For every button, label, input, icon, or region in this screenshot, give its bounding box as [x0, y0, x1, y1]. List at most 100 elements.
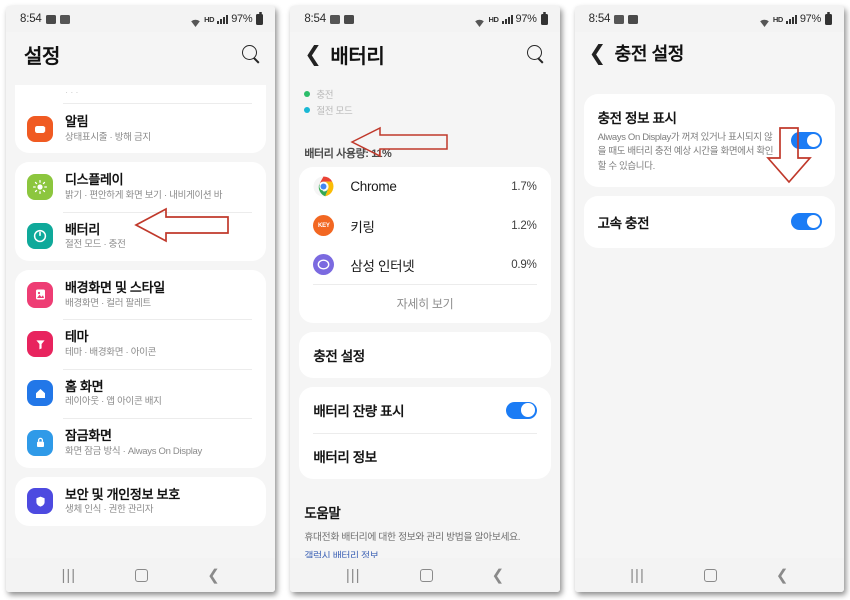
- page-title: 배터리: [330, 46, 385, 68]
- sidebar-item-label: 배터리: [65, 221, 100, 237]
- samsung-internet-icon: [313, 254, 335, 275]
- show-charging-info-row[interactable]: 충전 정보 표시 Always On Display가 꺼져 있거나 표시되지 …: [584, 94, 835, 187]
- themes-icon: [27, 331, 53, 358]
- back-chevron-icon[interactable]: ❮: [589, 43, 611, 64]
- status-time: 8:54: [588, 13, 611, 25]
- sidebar-item-lock-screen[interactable]: 잠금화면 화면 잠금 방식 · Always On Display: [15, 418, 266, 467]
- home-square-icon[interactable]: [135, 568, 149, 582]
- charging-info-card: 충전 정보 표시 Always On Display가 꺼져 있거나 표시되지 …: [583, 94, 835, 187]
- app-percent: 0.9%: [511, 258, 537, 271]
- wifi-icon: [759, 15, 770, 27]
- sidebar-item-text: 잠금화면 화면 잠금 방식 · Always On Display: [65, 427, 252, 458]
- search-icon[interactable]: [526, 45, 546, 64]
- wallpaper-icon: [27, 281, 53, 308]
- nav-bar: ||| ❮: [6, 558, 276, 592]
- battery-percent-text: 97%: [231, 13, 253, 25]
- charging-settings-card: 충전 설정: [299, 332, 551, 378]
- settings-group-3: 보안 및 개인정보 보호 생체 인식 · 권한 관리자: [15, 476, 267, 526]
- settings-scroll-body[interactable]: · · · 알림 상태표시줄 · 방해 금지 디스플레이 밝기 · 편안하게 화…: [6, 85, 276, 558]
- back-chevron-icon[interactable]: ❮: [492, 568, 505, 583]
- help-title: 도움말: [304, 506, 341, 521]
- nav-recents-button[interactable]: |||: [630, 568, 645, 583]
- list-item[interactable]: KEY 키링 1.2%: [299, 206, 550, 245]
- nav-recents-button[interactable]: |||: [346, 568, 361, 583]
- charging-scroll-body[interactable]: 충전 정보 표시 Always On Display가 꺼져 있거나 표시되지 …: [574, 80, 844, 558]
- battery-scroll-body[interactable]: 충전 절전 모드 배터리 사용량: 11% Chrome 1.7% KEY 키링…: [290, 83, 560, 558]
- chrome-icon: [313, 176, 335, 197]
- status-bar-left: 8:54: [304, 13, 354, 25]
- status-time: 8:54: [304, 13, 326, 25]
- signal-icon: [501, 14, 513, 24]
- page-title: 설정: [24, 46, 60, 68]
- galaxy-battery-info-link[interactable]: 갤럭시 배터리 정보: [304, 548, 378, 558]
- nav-recents-button[interactable]: |||: [62, 568, 77, 583]
- battery-percent-display-row[interactable]: 배터리 잔량 표시: [299, 387, 550, 433]
- sidebar-item-text: 배경화면 및 스타일 배경화면 · 컬러 팔레트: [65, 279, 252, 310]
- back-chevron-icon[interactable]: ❮: [776, 568, 789, 583]
- sidebar-item-notifications[interactable]: 알림 상태표시줄 · 방해 금지: [15, 104, 266, 153]
- list-item[interactable]: 삼성 인터넷 0.9%: [299, 245, 550, 284]
- show-charging-info-label: 충전 정보 표시: [597, 111, 677, 126]
- battery-percent-display-toggle[interactable]: [505, 401, 537, 419]
- nav-bar: ||| ❮: [574, 558, 844, 592]
- battery-usage-heading: 배터리 사용량: 11%: [304, 148, 392, 160]
- battery-percent-display-label: 배터리 잔량 표시: [313, 404, 405, 419]
- help-section: 도움말 휴대전화 배터리에 대한 정보와 관리 방법을 알아보세요. 갤럭시 배…: [290, 488, 559, 558]
- security-icon: [27, 488, 53, 515]
- battery-info-row[interactable]: 배터리 정보: [299, 433, 550, 479]
- signal-icon: [217, 14, 229, 24]
- charging-app-bar: ❮ 충전 설정: [574, 32, 844, 80]
- sidebar-item-wallpaper[interactable]: 배경화면 및 스타일 배경화면 · 컬러 팔레트: [15, 270, 266, 319]
- status-bar-left: 8:54: [20, 13, 70, 25]
- home-screen-icon: [27, 380, 53, 407]
- sidebar-item-text: 알림 상태표시줄 · 방해 금지: [65, 113, 252, 144]
- sidebar-item-subtitle: 상태표시줄 · 방해 금지: [65, 131, 151, 143]
- help-text: 휴대전화 배터리에 대한 정보와 관리 방법을 알아보세요.: [304, 532, 521, 543]
- status-bar-left: 8:54: [589, 13, 639, 25]
- sidebar-item-themes[interactable]: 테마 테마 · 배경화면 · 아이콘: [15, 319, 266, 368]
- app-notification-icon: [614, 14, 625, 24]
- sidebar-item-subtitle: 배경화면 · 컬러 팔레트: [65, 297, 151, 309]
- battery-info-label: 배터리 정보: [313, 450, 377, 465]
- app-name: 키링: [350, 219, 375, 235]
- app-percent: 1.2%: [511, 219, 537, 232]
- hd-voice-icon: HD: [488, 14, 499, 24]
- show-charging-info-toggle[interactable]: [790, 131, 822, 149]
- sidebar-item-subtitle: 절전 모드 · 충전: [65, 239, 126, 251]
- status-bar-right: HD 97%: [759, 11, 832, 27]
- hd-voice-icon: HD: [204, 14, 215, 24]
- legend-item: 절전 모드: [304, 103, 545, 117]
- sidebar-item-security[interactable]: 보안 및 개인정보 보호 생체 인식 · 권한 관리자: [15, 477, 266, 526]
- notifications-icon: [27, 115, 53, 142]
- battery-icon: [27, 223, 53, 250]
- wifi-icon: [474, 15, 485, 27]
- battery-options-card: 배터리 잔량 표시 배터리 정보: [299, 387, 551, 479]
- list-item[interactable]: Chrome 1.7%: [299, 167, 550, 206]
- display-icon: [27, 174, 53, 201]
- back-chevron-icon[interactable]: ❮: [207, 568, 220, 583]
- phone-panel-settings: 8:54 HD 97% 설정 · · · 알림 상태표시줄 · 방해 금지 디스…: [6, 6, 276, 592]
- cut-off-row-subtitle: · · ·: [65, 87, 79, 98]
- fast-charging-toggle[interactable]: [790, 213, 822, 231]
- phone-panel-battery: 8:54 HD 97% ❮ 배터리 충전 절전 모드 배터리 사용량: 11% …: [290, 6, 560, 592]
- battery-app-bar: ❮ 배터리: [290, 32, 560, 83]
- battery-app-usage-card: Chrome 1.7% KEY 키링 1.2% 삼성 인터넷 0.9% 자세히 …: [299, 167, 551, 323]
- search-icon[interactable]: [242, 45, 261, 64]
- sidebar-item-home-screen[interactable]: 홈 화면 레이아웃 · 앱 아이콘 배지: [15, 368, 266, 418]
- charging-settings-row[interactable]: 충전 설정: [299, 332, 550, 378]
- fast-charging-row[interactable]: 고속 충전: [584, 196, 835, 248]
- sidebar-item-text: 보안 및 개인정보 보호 생체 인식 · 권한 관리자: [65, 486, 252, 517]
- battery-percent-text: 97%: [799, 13, 821, 25]
- legend-item: 충전: [304, 87, 545, 101]
- view-more-button[interactable]: 자세히 보기: [299, 284, 550, 323]
- settings-group-1: 디스플레이 밝기 · 편안하게 화면 보기 · 내비게이션 바 배터리 절전 모…: [15, 162, 267, 262]
- home-square-icon[interactable]: [419, 568, 433, 582]
- app-notification-icon-2: [343, 14, 354, 24]
- legend-label: 충전: [316, 90, 334, 101]
- legend-dot-power-saving: [304, 107, 311, 113]
- status-bar: 8:54 HD 97%: [6, 6, 276, 32]
- sidebar-item-display[interactable]: 디스플레이 밝기 · 편안하게 화면 보기 · 내비게이션 바: [15, 162, 266, 211]
- back-chevron-icon[interactable]: ❮: [304, 44, 326, 65]
- home-square-icon[interactable]: [703, 568, 717, 582]
- sidebar-item-battery[interactable]: 배터리 절전 모드 · 충전: [15, 211, 266, 261]
